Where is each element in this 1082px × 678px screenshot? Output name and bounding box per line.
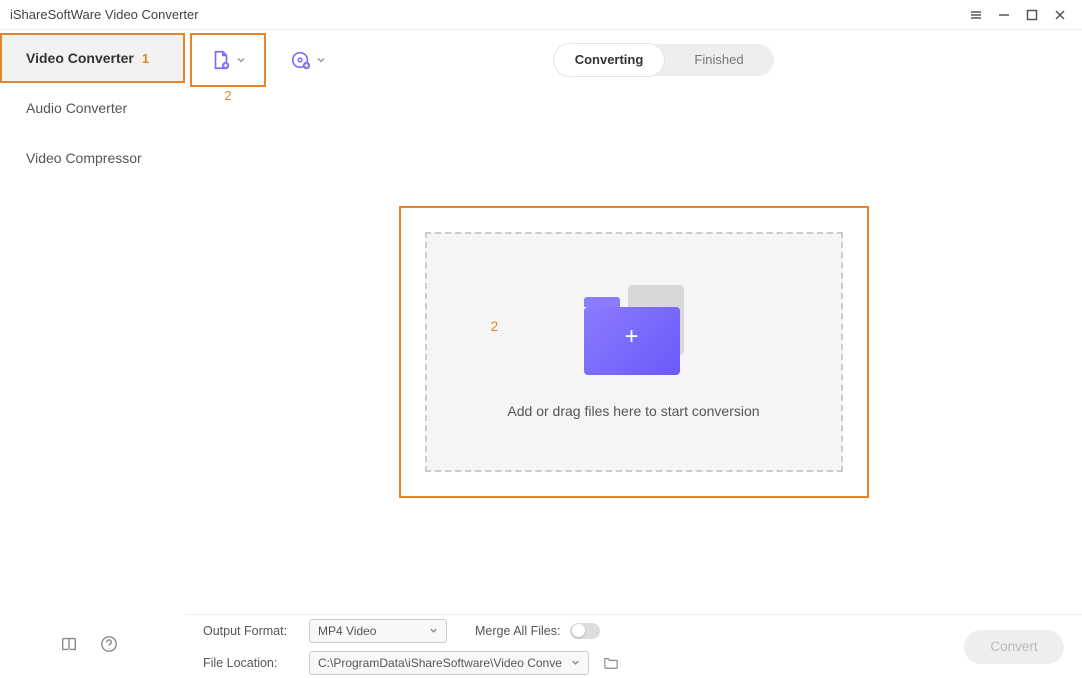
chevron-down-icon	[236, 55, 246, 65]
output-format-select[interactable]: MP4 Video	[309, 619, 447, 643]
toggle-knob	[572, 624, 585, 637]
tab-finished[interactable]: Finished	[664, 44, 774, 76]
sidebar: Video Converter 1 Audio Converter Video …	[0, 30, 185, 678]
content-area: + Add or drag files here to start conver…	[185, 90, 1082, 614]
sidebar-item-label: Video Compressor	[26, 150, 142, 166]
add-file-button[interactable]: 2	[190, 33, 266, 87]
close-button[interactable]	[1046, 1, 1074, 29]
main-panel: 2 Converting Finished	[185, 30, 1082, 678]
maximize-button[interactable]	[1018, 1, 1046, 29]
annotation-1: 1	[142, 51, 149, 66]
convert-button[interactable]: Convert	[964, 630, 1064, 664]
add-folder-icon: +	[584, 285, 684, 375]
sidebar-item-label: Audio Converter	[26, 100, 127, 116]
drop-text: Add or drag files here to start conversi…	[507, 403, 759, 419]
tab-converting[interactable]: Converting	[554, 44, 664, 76]
open-folder-icon[interactable]	[603, 656, 619, 670]
help-icon[interactable]	[100, 635, 118, 656]
file-location-select[interactable]: C:\ProgramData\iShareSoftware\Video Conv…	[309, 651, 589, 675]
sidebar-item-label: Video Converter	[26, 50, 134, 66]
minimize-button[interactable]	[990, 1, 1018, 29]
status-tabs: Converting Finished	[554, 44, 774, 76]
chevron-down-icon	[316, 55, 326, 65]
sidebar-item-video-compressor[interactable]: Video Compressor	[0, 133, 185, 183]
merge-all-toggle[interactable]	[570, 623, 600, 639]
drop-zone[interactable]: + Add or drag files here to start conver…	[425, 232, 843, 472]
drop-frame: + Add or drag files here to start conver…	[399, 206, 869, 498]
output-format-value: MP4 Video	[318, 624, 423, 638]
output-format-label: Output Format:	[203, 624, 299, 638]
sidebar-footer	[0, 635, 185, 678]
chevron-down-icon	[429, 626, 438, 635]
titlebar: iShareSoftWare Video Converter	[0, 0, 1082, 30]
chevron-down-icon	[571, 658, 580, 667]
file-location-value: C:\ProgramData\iShareSoftware\Video Conv…	[318, 656, 565, 670]
add-disc-icon	[290, 49, 312, 71]
manual-icon[interactable]	[60, 635, 78, 656]
merge-all-label: Merge All Files:	[475, 624, 560, 638]
sidebar-item-video-converter[interactable]: Video Converter 1	[0, 33, 185, 83]
window-title: iShareSoftWare Video Converter	[8, 7, 962, 22]
top-toolbar: 2 Converting Finished	[185, 30, 1082, 90]
hamburger-icon[interactable]	[962, 1, 990, 29]
bottom-bar: Output Format: MP4 Video Merge All Files…	[185, 614, 1082, 678]
add-file-icon	[210, 49, 232, 71]
file-location-label: File Location:	[203, 656, 299, 670]
sidebar-item-audio-converter[interactable]: Audio Converter	[0, 83, 185, 133]
add-disc-button[interactable]	[282, 43, 334, 77]
annotation-2: 2	[491, 318, 499, 334]
